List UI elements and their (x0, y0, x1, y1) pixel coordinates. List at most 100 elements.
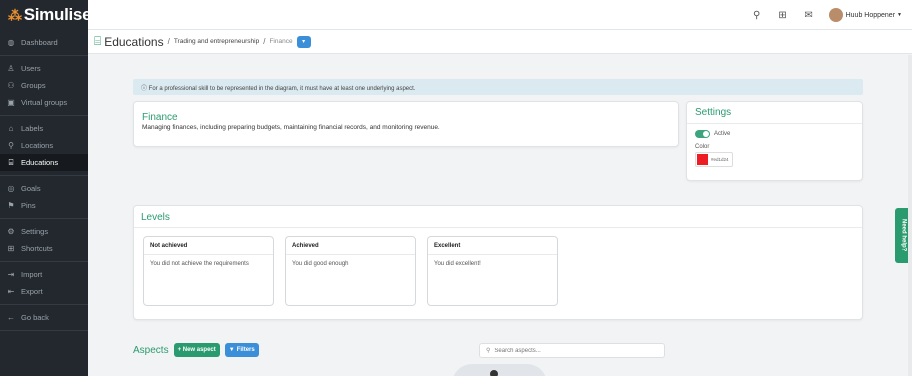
skill-description[interactable]: Managing finances, including preparing b… (142, 124, 670, 131)
sidebar-group: ← Go back (0, 305, 88, 331)
logo-text: Simulise (23, 5, 92, 24)
sidebar-group: ◍ Dashboard (0, 30, 88, 56)
sidebar-item-label: Go back (21, 313, 49, 322)
sidebar-item-dashboard[interactable]: ◍ Dashboard (0, 34, 88, 51)
level-name: Not achieved (144, 237, 273, 255)
sidebar-item-label: Settings (21, 227, 49, 236)
label-icon: ⌂ (8, 124, 14, 133)
level-card-achieved[interactable]: Achieved You did good enough (285, 236, 416, 306)
dashboard-icon: ◍ (7, 38, 15, 47)
sidebar-item-virtual-groups[interactable]: ▣ Virtual groups (0, 94, 88, 111)
pin-icon: ⚑ (7, 201, 15, 210)
breadcrumb-separator: / (263, 37, 266, 46)
shortcuts-icon: ⊞ (7, 244, 15, 253)
apps-grid-icon[interactable]: ⊞ (771, 10, 795, 21)
active-toggle-row: Active (687, 124, 862, 138)
location-icon: ⚲ (8, 141, 14, 150)
levels-title: Levels (134, 206, 862, 228)
level-description: You did not achieve the requirements (150, 261, 249, 267)
sidebar-item-groups[interactable]: ⚇ Groups (0, 77, 88, 94)
illustration-detail (490, 370, 498, 376)
search-icon: ⚲ (486, 348, 491, 354)
topbar-actions: ⚲ ⊞ ✉ Huub Hoppener ▼ (745, 0, 912, 30)
goals-icon: ◎ (7, 184, 15, 193)
skill-title[interactable]: Finance (142, 112, 670, 123)
sidebar-item-settings[interactable]: ⚙ Settings (0, 223, 88, 240)
logo-mark-icon: ⁂ (8, 6, 22, 23)
go-back-icon: ← (7, 313, 15, 322)
level-name: Achieved (286, 237, 415, 255)
sidebar-item-label: Export (21, 287, 43, 296)
color-picker[interactable]: #ed1d24 (695, 152, 733, 167)
sidebar-item-label: Locations (21, 141, 54, 150)
user-name: Huub Hoppener (845, 11, 896, 19)
levels-card: Levels Not achieved You did not achieve … (133, 205, 863, 320)
user-menu[interactable]: Huub Hoppener ▼ (828, 8, 902, 22)
sidebar-item-label: Pins (21, 201, 36, 210)
import-icon: ⇥ (7, 270, 15, 279)
sidebar-item-label: Import (21, 270, 43, 279)
sidebar-item-import[interactable]: ⇥ Import (0, 266, 88, 283)
filters-button[interactable]: ▼ Filters (224, 343, 259, 357)
groups-icon: ⚇ (7, 81, 15, 90)
sidebar-group: ⇥ Import ⇤ Export (0, 262, 88, 305)
sidebar-item-label: Labels (21, 124, 44, 133)
settings-title: Settings (687, 102, 862, 124)
sidebar-item-export[interactable]: ⇤ Export (0, 283, 88, 300)
sidebar-item-label: Educations (21, 158, 59, 167)
sidebar-item-label: Shortcuts (21, 244, 53, 253)
topbar: ⚲ ⊞ ✉ Huub Hoppener ▼ (88, 0, 912, 30)
sidebar-item-educations[interactable]: ⌸ Educations (0, 154, 88, 171)
sidebar-item-label: Virtual groups (21, 98, 68, 107)
search-input[interactable] (494, 347, 655, 354)
settings-icon: ⚙ (7, 227, 15, 236)
search-icon[interactable]: ⚲ (745, 10, 769, 21)
sidebar-item-shortcuts[interactable]: ⊞ Shortcuts (0, 240, 88, 257)
info-banner: ⓘ For a professional skill to be represe… (133, 79, 863, 95)
aspects-search[interactable]: ⚲ (479, 343, 665, 358)
breadcrumb-dropdown-button[interactable]: ▾ (296, 35, 311, 48)
sidebar-item-go-back[interactable]: ← Go back (0, 309, 88, 326)
sidebar-item-label: Dashboard (21, 38, 58, 47)
color-swatch (697, 154, 708, 165)
breadcrumb: ⌸ Educations / Trading and entrepreneurs… (88, 30, 912, 54)
new-aspect-button[interactable]: + New aspect (173, 343, 220, 357)
sidebar-item-users[interactable]: ♙ Users (0, 60, 88, 77)
aspects-title: Aspects (133, 344, 169, 356)
sidebar-group: ◎ Goals ⚑ Pins (0, 176, 88, 219)
filter-icon: ▼ (228, 347, 235, 353)
sidebar-group: ♙ Users ⚇ Groups ▣ Virtual groups (0, 56, 88, 116)
scrollbar[interactable] (908, 55, 912, 376)
filters-label: Filters (236, 347, 255, 353)
sidebar-item-locations[interactable]: ⚲ Locations (0, 137, 88, 154)
virtual-groups-icon: ▣ (7, 98, 15, 107)
sidebar-item-pins[interactable]: ⚑ Pins (0, 197, 88, 214)
color-label: Color (695, 144, 710, 150)
user-icon: ♙ (7, 64, 15, 73)
active-toggle[interactable] (695, 130, 710, 138)
color-hex: #ed1d24 (711, 157, 729, 162)
sidebar-group: ⌂ Labels ⚲ Locations ⌸ Educations (0, 116, 88, 176)
aspects-header: Aspects + New aspect ▼ Filters (133, 343, 264, 357)
level-name: Excellent (428, 237, 557, 255)
export-icon: ⇤ (7, 287, 15, 296)
sidebar: ⁂ Simulise ◍ Dashboard ♙ Users ⚇ Groups ▣ Virtu… (0, 0, 92, 376)
level-card-not-achieved[interactable]: Not achieved You did not achieve the req… (143, 236, 274, 306)
level-description: You did excellent! (434, 261, 481, 267)
finance-card: Finance Managing finances, including pre… (133, 101, 679, 147)
sidebar-group: ⚙ Settings ⊞ Shortcuts (0, 219, 88, 262)
breadcrumb-item-trading[interactable]: Trading and entrepreneurship (174, 38, 259, 45)
sidebar-item-goals[interactable]: ◎ Goals (0, 180, 88, 197)
avatar (828, 8, 843, 22)
chevron-down-icon: ▼ (897, 12, 902, 18)
sidebar-item-label: Goals (21, 184, 41, 193)
page-title[interactable]: Educations (104, 35, 163, 49)
breadcrumb-item-finance[interactable]: Finance (269, 38, 292, 45)
app-logo[interactable]: ⁂ Simulise (0, 0, 92, 30)
education-icon: ⌸ (8, 157, 14, 167)
sidebar-item-labels[interactable]: ⌂ Labels (0, 120, 88, 137)
inbox-icon[interactable]: ✉ (797, 10, 821, 21)
level-card-excellent[interactable]: Excellent You did excellent! (427, 236, 558, 306)
breadcrumb-separator: / (167, 37, 170, 46)
empty-state-illustration (452, 364, 547, 376)
